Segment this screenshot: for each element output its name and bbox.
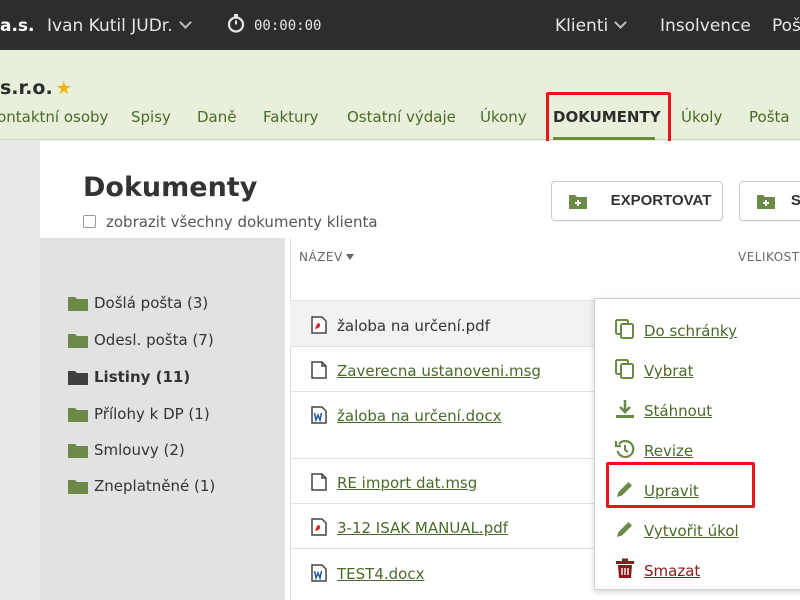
show-all-label: zobrazit všechny dokumenty klienta — [106, 213, 378, 231]
tab-faktury[interactable]: Faktury — [263, 108, 319, 126]
tab-dane[interactable]: Daně — [197, 108, 236, 126]
menu-item-do-schranky[interactable]: Do schránky — [614, 314, 737, 340]
star-icon[interactable]: ★ — [56, 78, 72, 99]
chevron-down-icon — [178, 16, 192, 29]
table-row[interactable]: žaloba na určení.pdf — [311, 313, 490, 335]
tab-ostatni-vydaje[interactable]: Ostatní výdaje — [347, 108, 456, 126]
menu-item-smazat[interactable]: Smazat — [614, 554, 700, 580]
menu-item-stahnout[interactable]: Stáhnout — [614, 394, 712, 420]
copy-icon — [615, 359, 634, 379]
show-all-documents-toggle[interactable]: zobrazit všechny dokumenty klienta — [83, 213, 378, 231]
folder-icon — [68, 297, 88, 311]
nav-klienti-label: Klienti — [555, 16, 609, 36]
client-name: s.r.o. ★ — [0, 77, 72, 99]
company-name-fragment: a.s. — [0, 16, 35, 36]
word-file-icon — [311, 564, 327, 582]
folder-add-icon — [757, 195, 775, 209]
top-bar: a.s. Ivan Kutil JUDr. 00:00:00 Klienti I… — [0, 0, 800, 50]
client-name-text: s.r.o. — [0, 77, 53, 99]
menu-item-upravit[interactable]: Upravit — [614, 474, 699, 500]
menu-item-vybrat[interactable]: Vybrat — [614, 354, 694, 380]
tab-ukony[interactable]: Úkony — [480, 108, 527, 126]
history-icon — [614, 439, 635, 459]
export-button[interactable]: EXPORTOVAT — [551, 181, 723, 221]
sort-desc-icon — [345, 254, 354, 260]
column-header-name[interactable]: NÁZEV — [299, 250, 354, 264]
user-name: Ivan Kutil JUDr. — [47, 16, 173, 36]
table-row[interactable]: žaloba na určení.docx — [311, 403, 501, 425]
tab-kontaktni-osoby[interactable]: Kontaktní osoby — [0, 108, 108, 126]
file-icon — [311, 361, 327, 379]
folder-item[interactable]: Odesl. pošta (7) — [68, 329, 214, 349]
active-tab-underline — [553, 137, 655, 140]
stopwatch-icon — [227, 14, 245, 33]
table-row[interactable]: RE import dat.msg — [311, 470, 477, 492]
spis-button[interactable]: SPIS — [739, 181, 800, 221]
nav-posta[interactable]: Pošta — [772, 0, 800, 50]
folder-icon — [68, 444, 88, 458]
word-file-icon — [311, 406, 327, 424]
folder-item[interactable]: Přílohy k DP (1) — [68, 403, 210, 423]
folder-item[interactable]: Došlá pošta (3) — [68, 292, 208, 312]
spis-button-label: SPIS — [790, 192, 800, 209]
pencil-icon — [617, 522, 632, 537]
tab-posta[interactable]: Pošta — [749, 108, 790, 126]
trash-icon — [616, 558, 634, 578]
timer-value: 00:00:00 — [254, 18, 322, 34]
file-icon — [311, 473, 327, 491]
folder-icon — [68, 408, 88, 422]
copy-icon — [615, 319, 634, 339]
folder-icon — [68, 371, 88, 385]
page-title: Dokumenty — [83, 172, 258, 203]
timer[interactable]: 00:00:00 — [226, 0, 321, 50]
table-row[interactable]: 3-12 ISAK MANUAL.pdf — [311, 515, 508, 537]
tab-dokumenty[interactable]: DOKUMENTY — [553, 108, 661, 126]
folder-icon — [68, 334, 88, 348]
pdf-file-icon — [311, 316, 327, 334]
folder-item[interactable]: Zneplatněné (1) — [68, 475, 215, 495]
export-button-label: EXPORTOVAT — [610, 192, 712, 209]
table-row[interactable]: Zaverecna ustanoveni.msg — [311, 358, 541, 380]
client-header — [0, 50, 800, 140]
folder-icon — [68, 480, 88, 494]
pencil-icon — [617, 482, 632, 497]
user-menu[interactable]: Ivan Kutil JUDr. — [47, 0, 192, 50]
menu-item-revize[interactable]: Revize — [614, 434, 693, 460]
table-row[interactable]: TEST4.docx — [311, 561, 424, 583]
show-all-checkbox[interactable] — [83, 215, 96, 228]
nav-insolvence[interactable]: Insolvence — [660, 0, 751, 50]
pdf-file-icon — [311, 518, 327, 536]
folder-item-active[interactable]: Listiny (11) — [68, 366, 190, 386]
download-icon — [616, 400, 634, 418]
folder-add-icon — [569, 195, 587, 209]
menu-item-vytvorit-ukol[interactable]: Vytvořit úkol — [614, 514, 739, 540]
folder-item[interactable]: Smlouvy (2) — [68, 439, 185, 459]
tab-ukoly[interactable]: Úkoly — [681, 108, 722, 126]
tab-spisy[interactable]: Spisy — [131, 108, 171, 126]
nav-klienti[interactable]: Klienti — [555, 0, 628, 50]
column-header-size[interactable]: VELIKOST — [738, 250, 800, 264]
chevron-down-icon — [614, 16, 628, 29]
